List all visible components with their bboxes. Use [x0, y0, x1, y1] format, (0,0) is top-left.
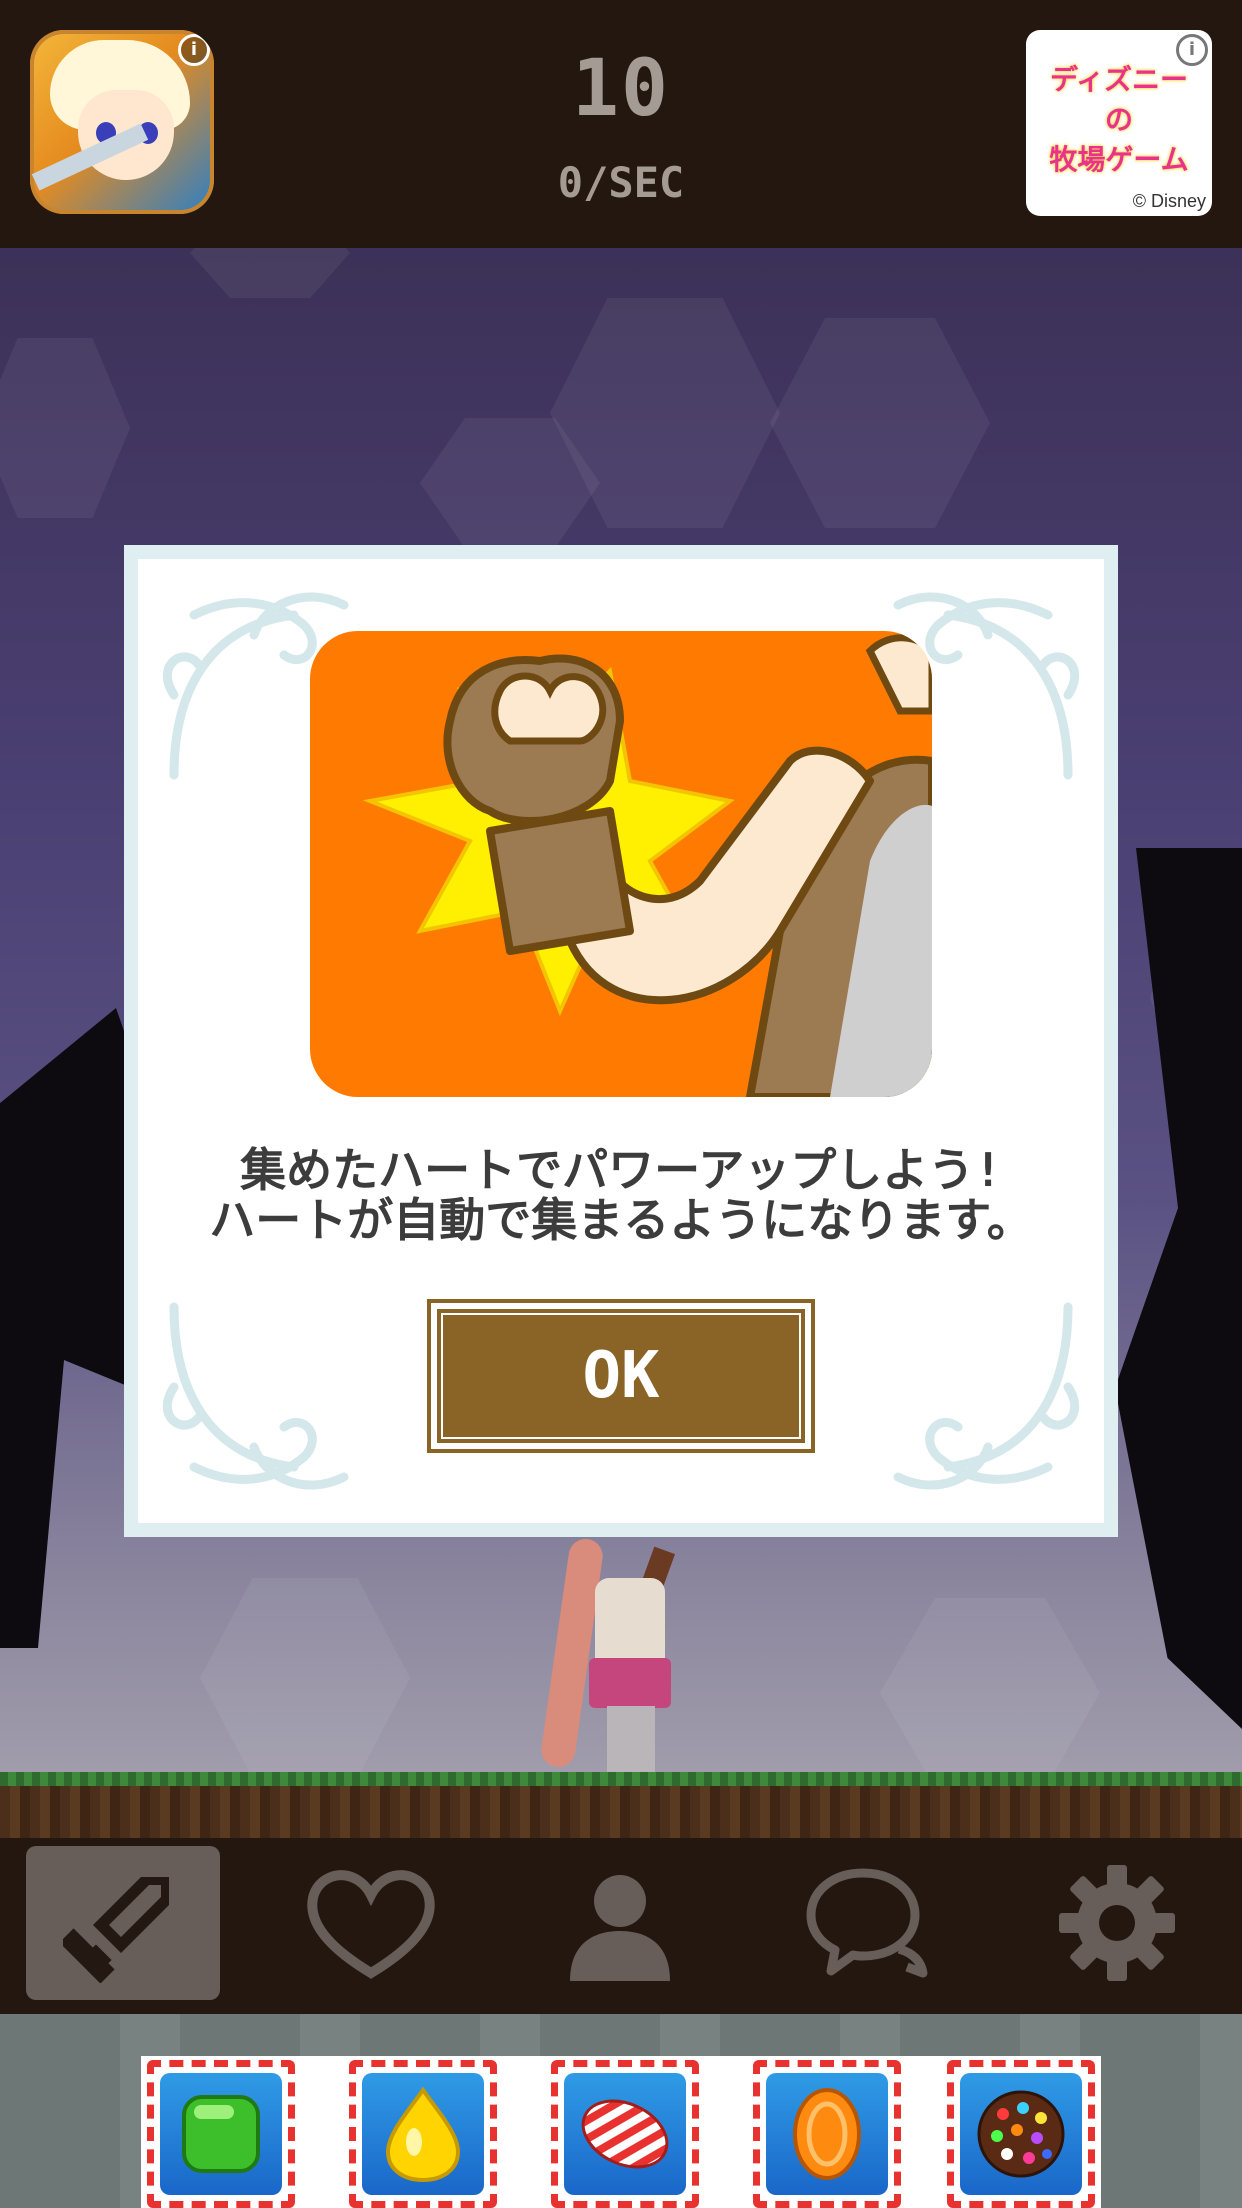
tab-settings[interactable] [1020, 1846, 1214, 2000]
tutorial-dialog: 集めたハートでパワーアップしよう! ハートが自動で集まるようになります。 OK [124, 545, 1118, 1537]
ad-banner-credit: © Disney [1132, 191, 1206, 211]
corner-flourish-icon [162, 1302, 349, 1490]
striped-candy-icon [581, 2099, 669, 2169]
background-hexagon [200, 1578, 410, 1778]
candy-tile [947, 2060, 1095, 2208]
top-bar: i 10 0/SEC ディズニー の 牧場ゲーム © Disney i [0, 0, 1242, 248]
bottom-navigation [0, 1838, 1242, 2014]
corner-flourish-icon [893, 1302, 1080, 1490]
ad-banner[interactable]: ディズニー の 牧場ゲーム © Disney i [1026, 30, 1212, 216]
tab-chat[interactable] [771, 1846, 965, 2000]
candy-tile-background [766, 2073, 888, 2195]
sword-icon [63, 1877, 169, 1983]
background-hexagon [0, 338, 130, 518]
hero-character [539, 1536, 715, 1778]
flexing-arm-illustration [362, 634, 932, 1097]
info-icon[interactable]: i [1176, 34, 1208, 66]
dialog-message-line: ハートが自動で集まるようになります。 [209, 1193, 1033, 1247]
candy-tile [349, 2060, 497, 2208]
background-hexagon [880, 1598, 1100, 1788]
orange-candy-icon [793, 2088, 861, 2180]
person-icon [570, 1875, 670, 1981]
tab-profile[interactable] [523, 1846, 717, 2000]
flexing-arm-icon [310, 631, 932, 1097]
green-candy-icon [182, 2095, 260, 2173]
ok-button[interactable]: OK [427, 1299, 815, 1453]
color-bomb-candy-icon [977, 2090, 1065, 2178]
candy-tile-background [362, 2073, 484, 2195]
yellow-drop-candy-icon [385, 2086, 461, 2183]
candy-tile-background [160, 2073, 282, 2195]
dialog-message: 集めたハートでパワーアップしよう! ハートが自動で集まるようになります。 [124, 1145, 1118, 1245]
chat-icon [806, 1868, 928, 1978]
candy-tile [753, 2060, 901, 2208]
ok-button-label: OK [582, 1339, 660, 1413]
tab-battle[interactable] [26, 1846, 220, 2000]
tab-powerup[interactable] [274, 1846, 468, 2000]
ground-dirt [0, 1786, 1242, 1838]
dialog-message-line: 集めたハートでパワーアップしよう! [240, 1143, 1002, 1197]
background-hexagon [190, 248, 350, 298]
candy-tile-background [564, 2073, 686, 2195]
heart-icon [307, 1870, 435, 1979]
ad-banner-text: ディズニー の 牧場ゲーム [1049, 63, 1189, 176]
gear-icon [1059, 1865, 1175, 1981]
ground-grass [0, 1772, 1242, 1786]
character-skirt [589, 1658, 671, 1708]
candy-tile [551, 2060, 699, 2208]
candy-tile-background [960, 2073, 1082, 2195]
bottom-ad-banner[interactable] [141, 2056, 1101, 2208]
candy-tile [147, 2060, 295, 2208]
character-legs [607, 1706, 655, 1776]
background-hexagon [770, 318, 990, 528]
